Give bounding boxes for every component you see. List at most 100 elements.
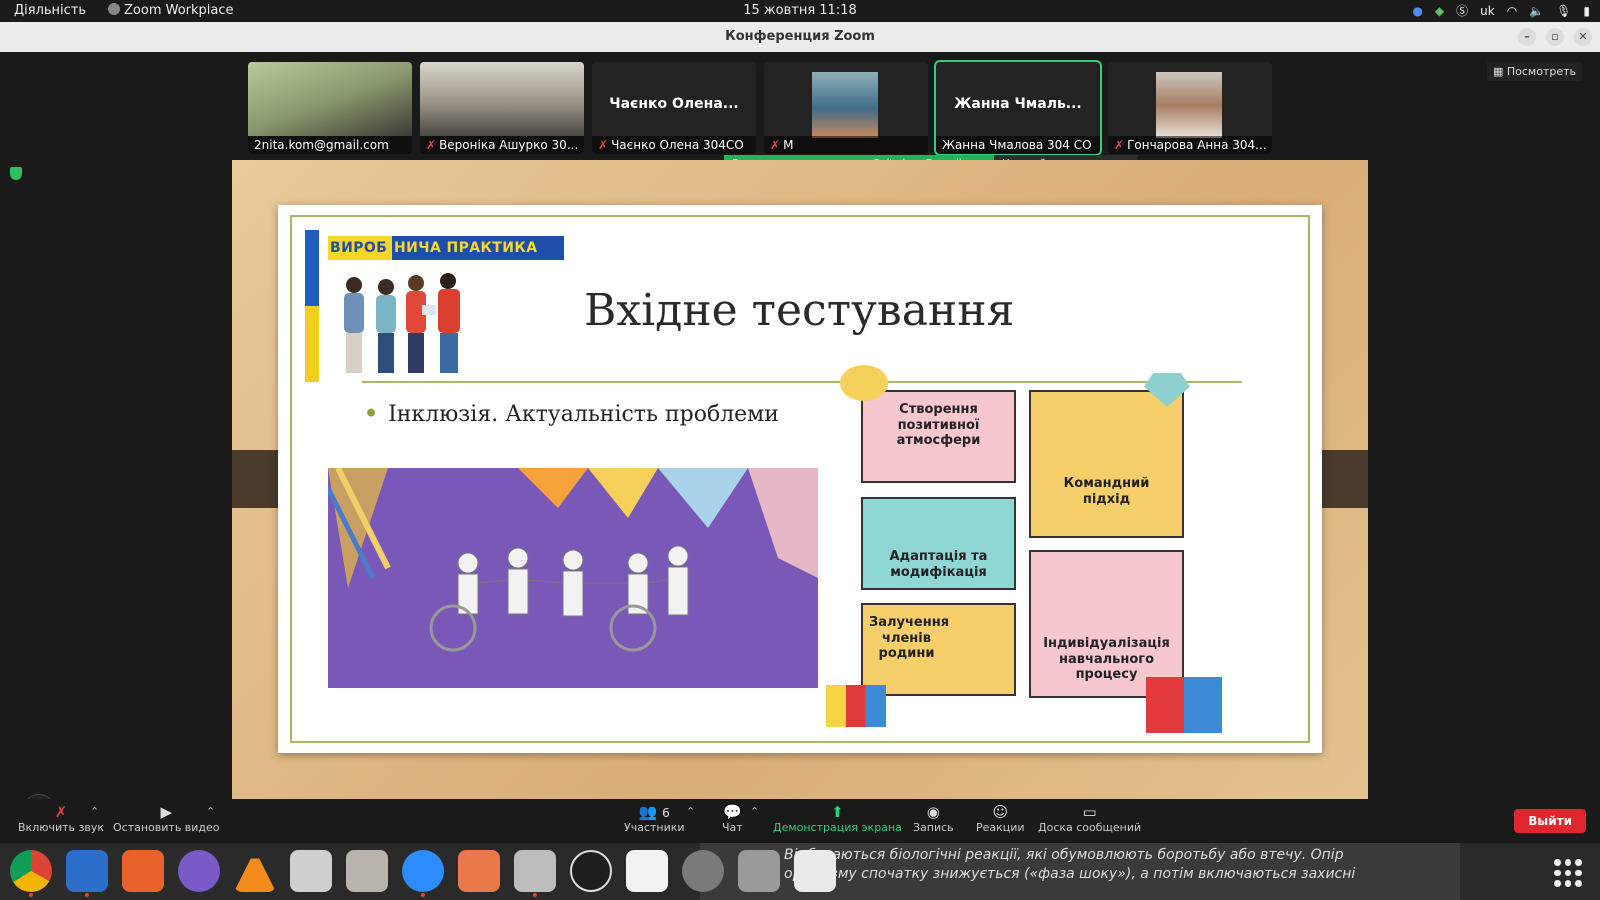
camera-icon: ▶ (160, 803, 173, 821)
language-indicator[interactable]: uk (1480, 4, 1495, 18)
card-text: Залучення членів родини (869, 615, 950, 662)
running-indicator (29, 893, 33, 897)
minimize-icon[interactable]: – (1518, 28, 1536, 46)
participant-tile[interactable]: ✗ М (764, 62, 928, 154)
chat-button[interactable]: 💬 Чат (722, 803, 743, 834)
slide: ВИРОБ НИЧА ПРАКТИКА Вхідне тестування • І… (278, 205, 1322, 753)
participant-tile[interactable]: ✗ Вероніка Ашурко 30... (420, 62, 584, 154)
window-titlebar: Конференция Zoom – ▫ ✕ (0, 22, 1600, 52)
zoom-icon[interactable] (402, 850, 444, 892)
security-shield-icon[interactable] (10, 167, 22, 180)
badge-left: ВИРОБ (328, 236, 392, 260)
participants-icon: 👥 6 (638, 803, 670, 821)
document-viewer-icon[interactable] (626, 850, 668, 892)
record-icon: ◉ (926, 803, 940, 821)
students-illustration (344, 273, 460, 373)
leave-button[interactable]: Выйти (1514, 809, 1586, 833)
participant-tile[interactable]: Чаєнко Олена... ✗ Чаєнко Олена 304СО (592, 62, 756, 154)
trash-icon[interactable] (794, 850, 836, 892)
stop-video-label: Остановить видео (113, 821, 220, 834)
stop-video-button[interactable]: ▶ Остановить видео (113, 803, 220, 834)
participant-strip: 2nita.kom@gmail.com ✗ Вероніка Ашурко 30.… (248, 60, 1272, 156)
card-text: Індивідуалізація навчального процесу (1043, 636, 1170, 683)
participants-button[interactable]: 👥 6 Участники (624, 803, 685, 834)
maximize-icon[interactable]: ▫ (1546, 28, 1564, 46)
participant-name: Вероніка Ашурко 30... (439, 138, 579, 152)
app-center-icon[interactable] (122, 850, 164, 892)
card-text: Командний підхід (1063, 476, 1150, 507)
bullet-text: Інклюзія. Актуальність проблеми (388, 402, 779, 427)
drive-icon[interactable] (738, 850, 780, 892)
participant-tile[interactable]: ✗ Гончарова Анна 304... (1108, 62, 1272, 154)
participant-tile-active-speaker[interactable]: Жанна Чмаль... Жанна Чмалова 304 СО (934, 60, 1102, 156)
participant-name: Чаєнко Олена 304СО (611, 138, 744, 152)
inclusion-photo (328, 468, 818, 688)
audio-options-chevron-icon[interactable]: ⌃ (90, 805, 99, 818)
video-feed (248, 62, 412, 136)
reactions-button[interactable]: ☺ Реакции (976, 803, 1025, 834)
files-icon[interactable] (514, 850, 556, 892)
participants-count: 6 (662, 805, 670, 820)
share-label: Демонстрация экрана (773, 821, 902, 834)
zoom-tray-icon[interactable]: ● (1412, 4, 1422, 18)
ukraine-flag (305, 230, 319, 382)
card-text: Створення позитивної атмосфери (896, 402, 981, 449)
bullet-item: • Інклюзія. Актуальність проблеми (364, 401, 779, 427)
skype-tray-icon[interactable]: Ⓢ (1456, 2, 1468, 19)
text-editor-icon[interactable] (66, 850, 108, 892)
participant-tile[interactable]: 2nita.kom@gmail.com (248, 62, 412, 154)
view-label: Посмотреть (1506, 65, 1576, 78)
participants-label: Участники (624, 821, 685, 834)
show-apps-icon[interactable] (1554, 859, 1582, 887)
view-button[interactable]: ▦ Посмотреть (1486, 62, 1582, 81)
vlc-icon[interactable] (234, 850, 276, 892)
participants-chevron-icon[interactable]: ⌃ (686, 805, 695, 818)
record-button[interactable]: ◉ Запись (913, 803, 954, 834)
muted-mic-icon: ✗ (598, 138, 609, 152)
card-team-approach: Командний підхід (1029, 390, 1184, 538)
card-family-involvement: Залучення членів родини (861, 603, 1016, 696)
settings-icon[interactable] (682, 850, 724, 892)
system-top-bar: Діяльність Zoom Workplace 15 жовтня 11:1… (0, 0, 1600, 22)
muted-mic-icon: ✗ (426, 138, 437, 152)
card-adaptation: Адаптація та модифікація (861, 497, 1016, 590)
bullet-dot: • (364, 401, 379, 427)
volume-icon[interactable]: 🔈 (1529, 4, 1544, 18)
obs-icon[interactable] (570, 850, 612, 892)
participant-name: Гончарова Анна 304... (1127, 138, 1267, 152)
record-label: Запись (913, 821, 954, 834)
image-viewer-icon[interactable] (290, 850, 332, 892)
clock[interactable]: 15 жовтня 11:18 (0, 3, 1600, 18)
badge-right: НИЧА ПРАКТИКА (392, 236, 564, 260)
avatar (812, 72, 878, 138)
dock: Відбуваються біологічні реакції, які обу… (0, 843, 1600, 900)
reactions-label: Реакции (976, 821, 1025, 834)
shared-screen: ВИРОБ НИЧА ПРАКТИКА Вхідне тестування • І… (232, 160, 1368, 800)
share-screen-button[interactable]: ⬆ Демонстрация экрана (773, 803, 902, 834)
participant-display-name: Чаєнко Олена... (609, 96, 739, 112)
chrome-icon[interactable] (10, 850, 52, 892)
chat-icon: 💬 (723, 803, 742, 821)
paper-figures-illustration (328, 468, 818, 652)
video-options-chevron-icon[interactable]: ⌃ (206, 805, 215, 818)
unmute-label: Включить звук (18, 821, 105, 834)
meeting-toolbar: ✗ Включить звук ⌃ ▶ Остановить видео ⌃ 👥 6… (0, 799, 1600, 843)
microphone-icon[interactable]: 🎙 (1556, 4, 1571, 18)
divider (362, 381, 1242, 383)
archive-icon[interactable] (346, 850, 388, 892)
battery-icon[interactable]: ▮ (1583, 4, 1590, 18)
wifi-icon[interactable]: ◠ (1507, 4, 1517, 18)
share-screen-icon: ⬆ (831, 803, 844, 821)
reactions-icon: ☺ (992, 803, 1009, 821)
shield-tray-icon[interactable]: ◆ (1435, 4, 1444, 18)
participant-display-name: Жанна Чмаль... (954, 96, 1082, 112)
card-text: Адаптація та модифікація (889, 549, 988, 580)
chat-chevron-icon[interactable]: ⌃ (750, 805, 759, 818)
presentation-icon[interactable] (458, 850, 500, 892)
close-icon[interactable]: ✕ (1574, 28, 1592, 46)
participant-name: 2nita.kom@gmail.com (254, 138, 389, 152)
whiteboard-button[interactable]: ▭ Доска сообщений (1038, 803, 1141, 834)
running-indicator (533, 893, 537, 897)
cube-icon (1146, 677, 1222, 733)
viber-icon[interactable] (178, 850, 220, 892)
